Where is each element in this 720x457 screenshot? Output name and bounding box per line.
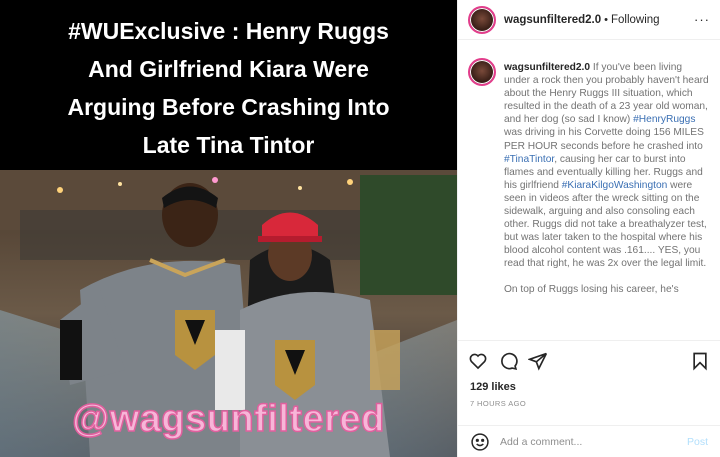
action-icons — [458, 341, 720, 373]
actions-section: 129 likes 7 HOURS AGO — [458, 340, 720, 408]
heart-icon[interactable] — [468, 351, 488, 371]
hashtag-link[interactable]: #TinaTintor — [504, 154, 554, 165]
post-sidebar: wagsunfiltered2.0 • Following ··· wagsun… — [457, 0, 720, 457]
headline-line: Late Tina Tintor — [142, 132, 315, 158]
post-headline: #WUExclusive : Henry Ruggs And Girlfrien… — [0, 0, 457, 170]
bookmark-icon[interactable] — [690, 351, 710, 371]
comment-icon[interactable] — [498, 351, 518, 371]
post-media[interactable]: #WUExclusive : Henry Ruggs And Girlfrien… — [0, 0, 457, 457]
post-timestamp: 7 HOURS AGO — [470, 399, 527, 408]
hashtag-link[interactable]: #HenryRuggs — [633, 114, 695, 125]
emoji-icon[interactable] — [470, 432, 490, 452]
like-count[interactable]: 129 likes — [458, 373, 720, 393]
caption-username[interactable]: wagsunfiltered2.0 — [504, 62, 590, 73]
headline-line: And Girlfriend Kiara Were — [88, 56, 369, 82]
hashtag-link[interactable]: #KiaraKilgoWashington — [562, 180, 668, 191]
following-button[interactable]: Following — [611, 14, 660, 26]
headline-line: #WUExclusive : Henry Ruggs — [68, 18, 389, 44]
watermark-text: @wagsunfiltered — [71, 397, 385, 441]
caption-avatar[interactable] — [468, 58, 496, 86]
header-username[interactable]: wagsunfiltered2.0 — [504, 14, 601, 26]
post-comment-button[interactable]: Post — [687, 436, 708, 448]
comment-input[interactable]: Add a comment... — [500, 436, 687, 448]
separator-dot: • — [604, 13, 608, 26]
post-header: wagsunfiltered2.0 • Following ··· — [458, 0, 720, 40]
more-options-icon[interactable]: ··· — [694, 12, 710, 27]
comment-bar: Add a comment... Post — [458, 425, 720, 457]
caption-section: wagsunfiltered2.0 If you've been living … — [458, 52, 720, 332]
headline-line: Arguing Before Crashing Into — [67, 94, 390, 120]
share-icon[interactable] — [528, 351, 548, 371]
caption-segment: was driving in his Corvette doing 156 MI… — [504, 127, 704, 152]
caption-continuation: On top of Ruggs losing his career, he's — [504, 283, 679, 295]
caption-text: wagsunfiltered2.0 If you've been living … — [504, 52, 710, 332]
caption-segment: were seen in videos after the wreck sitt… — [504, 179, 707, 270]
avatar[interactable] — [468, 5, 496, 34]
